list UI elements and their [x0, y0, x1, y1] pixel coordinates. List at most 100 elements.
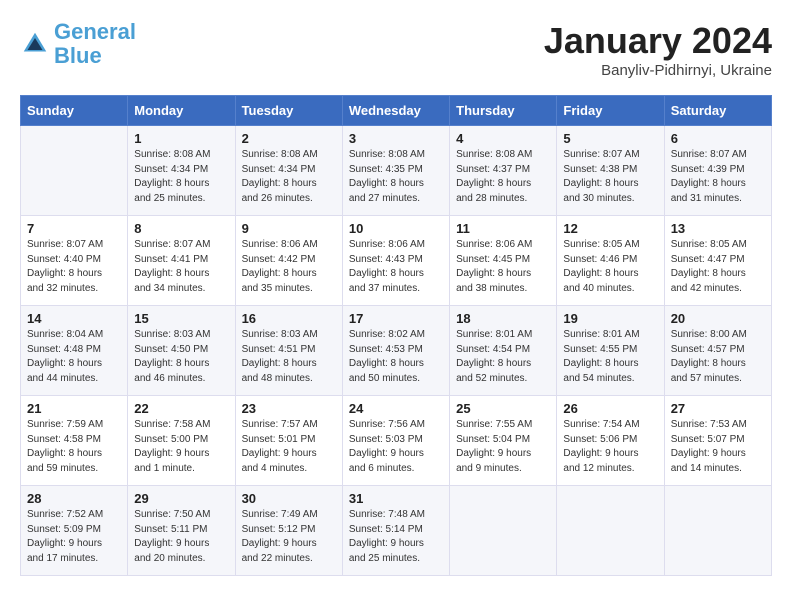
day-info: Sunrise: 7:55 AM Sunset: 5:04 PM Dayligh… [456, 418, 550, 476]
calendar-cell [450, 486, 557, 576]
page-header: General Blue January 2024 Banyliv-Pidhir… [20, 20, 772, 79]
calendar-week-row: 7 Sunrise: 8:07 AM Sunset: 4:40 PM Daylig… [21, 216, 772, 306]
calendar-cell: 14Sunrise: 8:04 AM Sunset: 4:48 PM Dayli… [21, 306, 128, 396]
calendar-week-row: 1Sunrise: 8:08 AM Sunset: 4:34 PM Daylig… [21, 126, 772, 216]
day-number: 2 [242, 131, 336, 146]
day-info: Sunrise: 8:07 AM Sunset: 4:38 PM Dayligh… [563, 148, 657, 206]
calendar-cell: 11Sunrise: 8:06 AM Sunset: 4:45 PM Dayli… [450, 216, 557, 306]
calendar-week-row: 14Sunrise: 8:04 AM Sunset: 4:48 PM Dayli… [21, 306, 772, 396]
day-info: Sunrise: 7:50 AM Sunset: 5:11 PM Dayligh… [134, 508, 228, 566]
day-info: Sunrise: 8:03 AM Sunset: 4:51 PM Dayligh… [242, 328, 336, 386]
calendar-cell: 6Sunrise: 8:07 AM Sunset: 4:39 PM Daylig… [664, 126, 771, 216]
day-number: 7 [27, 221, 121, 236]
calendar-cell [21, 126, 128, 216]
calendar-week-row: 21 Sunrise: 7:59 AM Sunset: 4:58 PM Dayli… [21, 396, 772, 486]
logo-icon [20, 29, 50, 59]
calendar-header-row: SundayMondayTuesdayWednesdayThursdayFrid… [21, 96, 772, 126]
day-number: 22 [134, 401, 228, 416]
day-info: Sunrise: 8:03 AM Sunset: 4:50 PM Dayligh… [134, 328, 228, 386]
calendar-cell: 29 Sunrise: 7:50 AM Sunset: 5:11 PM Dayli… [128, 486, 235, 576]
day-info: Sunrise: 8:07 AM Sunset: 4:40 PM Dayligh… [27, 238, 121, 296]
day-number: 4 [456, 131, 550, 146]
day-number: 21 [27, 401, 121, 416]
calendar-cell: 16 Sunrise: 8:03 AM Sunset: 4:51 PM Dayli… [235, 306, 342, 396]
calendar-cell: 13 Sunrise: 8:05 AM Sunset: 4:47 PM Dayli… [664, 216, 771, 306]
month-title: January 2024 [544, 20, 772, 62]
calendar-cell: 2 Sunrise: 8:08 AM Sunset: 4:34 PM Daylig… [235, 126, 342, 216]
day-number: 9 [242, 221, 336, 236]
col-header-sunday: Sunday [21, 96, 128, 126]
day-info: Sunrise: 8:08 AM Sunset: 4:35 PM Dayligh… [349, 148, 443, 206]
calendar-cell: 8Sunrise: 8:07 AM Sunset: 4:41 PM Daylig… [128, 216, 235, 306]
calendar-cell: 28Sunrise: 7:52 AM Sunset: 5:09 PM Dayli… [21, 486, 128, 576]
day-info: Sunrise: 8:07 AM Sunset: 4:41 PM Dayligh… [134, 238, 228, 296]
day-number: 31 [349, 491, 443, 506]
calendar-cell: 4 Sunrise: 8:08 AM Sunset: 4:37 PM Daylig… [450, 126, 557, 216]
day-number: 3 [349, 131, 443, 146]
day-info: Sunrise: 8:02 AM Sunset: 4:53 PM Dayligh… [349, 328, 443, 386]
day-info: Sunrise: 8:00 AM Sunset: 4:57 PM Dayligh… [671, 328, 765, 386]
day-info: Sunrise: 8:06 AM Sunset: 4:43 PM Dayligh… [349, 238, 443, 296]
day-number: 11 [456, 221, 550, 236]
calendar-cell: 17 Sunrise: 8:02 AM Sunset: 4:53 PM Dayli… [342, 306, 449, 396]
calendar-cell: 15Sunrise: 8:03 AM Sunset: 4:50 PM Dayli… [128, 306, 235, 396]
day-info: Sunrise: 7:59 AM Sunset: 4:58 PM Dayligh… [27, 418, 121, 476]
day-number: 30 [242, 491, 336, 506]
day-number: 12 [563, 221, 657, 236]
calendar-cell: 30 Sunrise: 7:49 AM Sunset: 5:12 PM Dayli… [235, 486, 342, 576]
day-info: Sunrise: 8:04 AM Sunset: 4:48 PM Dayligh… [27, 328, 121, 386]
calendar-cell [557, 486, 664, 576]
calendar-cell: 12 Sunrise: 8:05 AM Sunset: 4:46 PM Dayli… [557, 216, 664, 306]
day-number: 25 [456, 401, 550, 416]
day-info: Sunrise: 7:53 AM Sunset: 5:07 PM Dayligh… [671, 418, 765, 476]
calendar-cell: 5 Sunrise: 8:07 AM Sunset: 4:38 PM Daylig… [557, 126, 664, 216]
day-info: Sunrise: 7:48 AM Sunset: 5:14 PM Dayligh… [349, 508, 443, 566]
day-number: 10 [349, 221, 443, 236]
day-number: 13 [671, 221, 765, 236]
day-info: Sunrise: 7:54 AM Sunset: 5:06 PM Dayligh… [563, 418, 657, 476]
calendar-cell: 24 Sunrise: 7:56 AM Sunset: 5:03 PM Dayli… [342, 396, 449, 486]
calendar-cell: 18Sunrise: 8:01 AM Sunset: 4:54 PM Dayli… [450, 306, 557, 396]
day-number: 5 [563, 131, 657, 146]
calendar-cell: 1Sunrise: 8:08 AM Sunset: 4:34 PM Daylig… [128, 126, 235, 216]
day-number: 24 [349, 401, 443, 416]
day-info: Sunrise: 8:05 AM Sunset: 4:47 PM Dayligh… [671, 238, 765, 296]
calendar-cell: 3 Sunrise: 8:08 AM Sunset: 4:35 PM Daylig… [342, 126, 449, 216]
day-info: Sunrise: 7:52 AM Sunset: 5:09 PM Dayligh… [27, 508, 121, 566]
day-number: 6 [671, 131, 765, 146]
day-number: 19 [563, 311, 657, 326]
day-info: Sunrise: 8:08 AM Sunset: 4:37 PM Dayligh… [456, 148, 550, 206]
day-info: Sunrise: 7:56 AM Sunset: 5:03 PM Dayligh… [349, 418, 443, 476]
day-info: Sunrise: 8:08 AM Sunset: 4:34 PM Dayligh… [134, 148, 228, 206]
location-subtitle: Banyliv-Pidhirnyi, Ukraine [544, 62, 772, 79]
day-number: 17 [349, 311, 443, 326]
calendar-cell: 31 Sunrise: 7:48 AM Sunset: 5:14 PM Dayli… [342, 486, 449, 576]
title-block: January 2024 Banyliv-Pidhirnyi, Ukraine [544, 20, 772, 79]
day-number: 23 [242, 401, 336, 416]
day-info: Sunrise: 8:01 AM Sunset: 4:55 PM Dayligh… [563, 328, 657, 386]
day-number: 20 [671, 311, 765, 326]
calendar-cell: 25 Sunrise: 7:55 AM Sunset: 5:04 PM Dayli… [450, 396, 557, 486]
calendar-table: SundayMondayTuesdayWednesdayThursdayFrid… [20, 95, 772, 576]
day-number: 29 [134, 491, 228, 506]
col-header-wednesday: Wednesday [342, 96, 449, 126]
day-number: 26 [563, 401, 657, 416]
calendar-cell: 7 Sunrise: 8:07 AM Sunset: 4:40 PM Daylig… [21, 216, 128, 306]
day-number: 27 [671, 401, 765, 416]
calendar-cell: 22Sunrise: 7:58 AM Sunset: 5:00 PM Dayli… [128, 396, 235, 486]
day-info: Sunrise: 7:57 AM Sunset: 5:01 PM Dayligh… [242, 418, 336, 476]
day-number: 18 [456, 311, 550, 326]
calendar-cell: 9Sunrise: 8:06 AM Sunset: 4:42 PM Daylig… [235, 216, 342, 306]
calendar-cell: 21 Sunrise: 7:59 AM Sunset: 4:58 PM Dayli… [21, 396, 128, 486]
calendar-cell: 19 Sunrise: 8:01 AM Sunset: 4:55 PM Dayli… [557, 306, 664, 396]
day-info: Sunrise: 8:05 AM Sunset: 4:46 PM Dayligh… [563, 238, 657, 296]
calendar-cell: 27 Sunrise: 7:53 AM Sunset: 5:07 PM Dayli… [664, 396, 771, 486]
col-header-saturday: Saturday [664, 96, 771, 126]
day-info: Sunrise: 7:49 AM Sunset: 5:12 PM Dayligh… [242, 508, 336, 566]
calendar-week-row: 28Sunrise: 7:52 AM Sunset: 5:09 PM Dayli… [21, 486, 772, 576]
calendar-cell: 10 Sunrise: 8:06 AM Sunset: 4:43 PM Dayli… [342, 216, 449, 306]
col-header-monday: Monday [128, 96, 235, 126]
col-header-friday: Friday [557, 96, 664, 126]
day-info: Sunrise: 8:08 AM Sunset: 4:34 PM Dayligh… [242, 148, 336, 206]
day-number: 16 [242, 311, 336, 326]
